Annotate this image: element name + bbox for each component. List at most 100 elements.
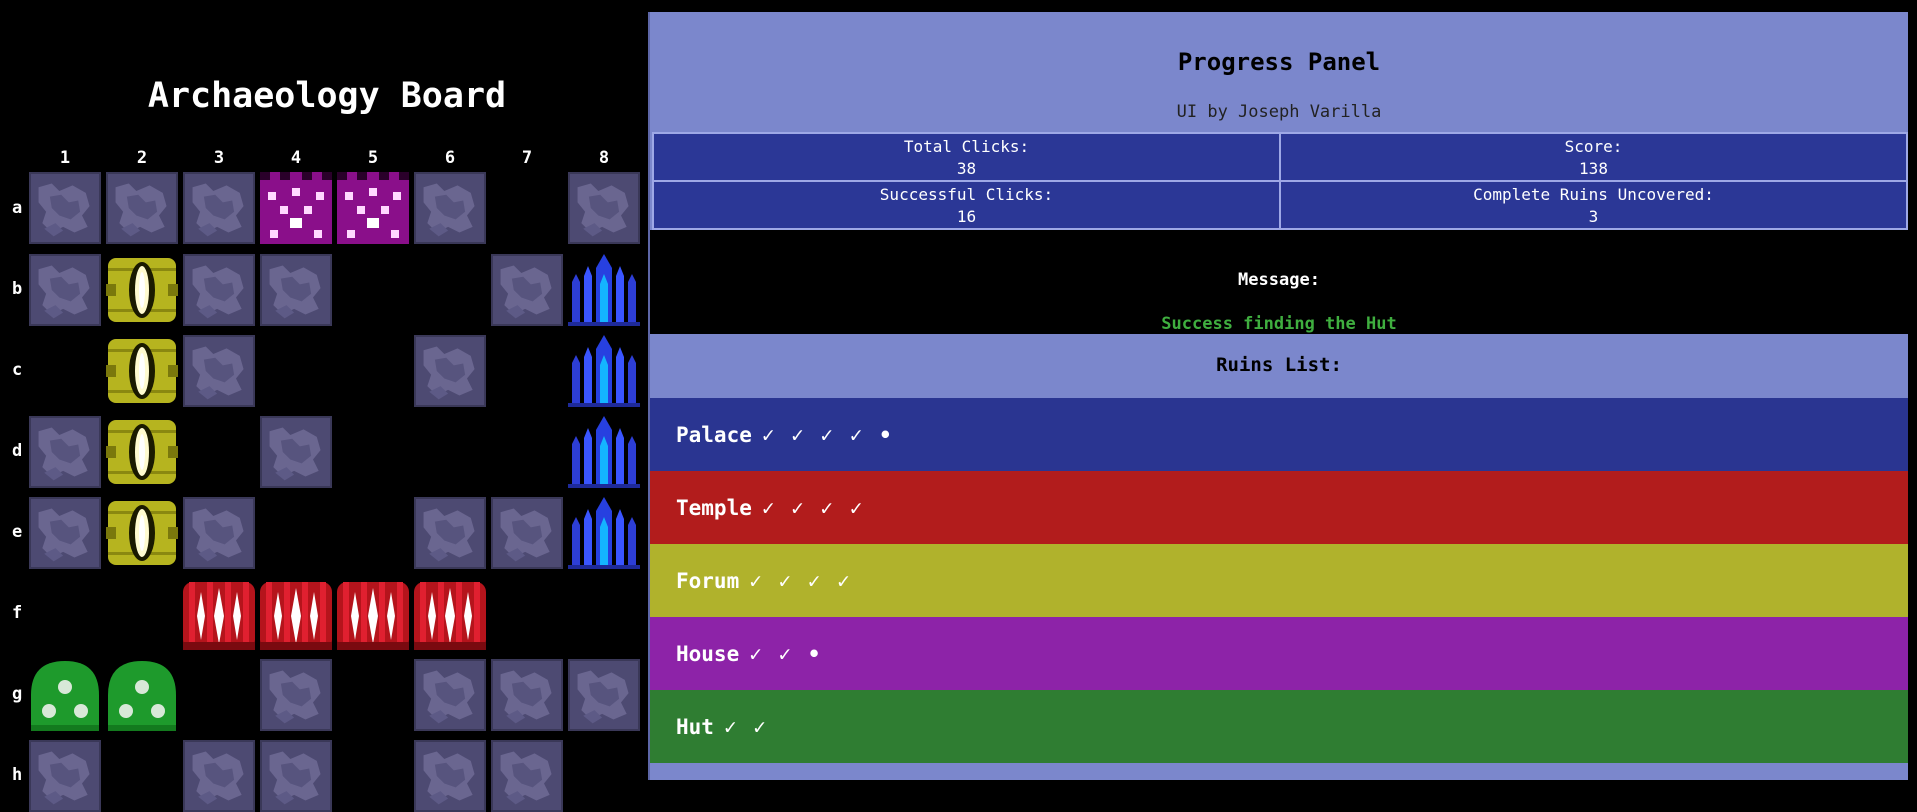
- column-label: 1: [59, 148, 71, 168]
- ruin-row-temple: Temple ✓ ✓ ✓ ✓: [650, 471, 1908, 544]
- board-cell-h2-empty[interactable]: [106, 740, 178, 812]
- board-cell-f4-temple[interactable]: [260, 578, 332, 650]
- score-label: Score:: [1564, 137, 1623, 156]
- board-cell-c6-covered[interactable]: [414, 335, 486, 407]
- board-cell-g5-empty[interactable]: [337, 659, 409, 731]
- board-cell-d3-empty[interactable]: [183, 416, 255, 488]
- ruin-progress-marks: ✓ ✓ ✓ ✓: [749, 568, 852, 593]
- board-cell-h6-covered[interactable]: [414, 740, 486, 812]
- board-cell-f8-empty[interactable]: [568, 578, 640, 650]
- board-cell-d6-empty[interactable]: [414, 416, 486, 488]
- board-cell-f6-temple[interactable]: [414, 578, 486, 650]
- board-cell-d5-empty[interactable]: [337, 416, 409, 488]
- board-cell-h5-empty[interactable]: [337, 740, 409, 812]
- panel-credit: UI by Joseph Varilla: [1176, 102, 1382, 122]
- board-cell-c8-palace[interactable]: [568, 335, 640, 407]
- ruin-progress-marks: ✓ ✓ ✓ ✓ •: [761, 422, 894, 447]
- board-cell-d2-forum[interactable]: [106, 416, 178, 488]
- board-cell-b6-empty[interactable]: [414, 254, 486, 326]
- ruin-name: Temple: [676, 495, 752, 520]
- column-label: 6: [444, 148, 456, 168]
- board-cell-a6-covered[interactable]: [414, 172, 486, 244]
- board-cell-h7-covered[interactable]: [491, 740, 563, 812]
- board-cell-e7-covered[interactable]: [491, 497, 563, 569]
- board-cell-f5-temple[interactable]: [337, 578, 409, 650]
- board-cell-g4-covered[interactable]: [260, 659, 332, 731]
- board-cell-b1-covered[interactable]: [29, 254, 101, 326]
- stats-table: Total Clicks: 38 Score: 138 Successful C…: [652, 132, 1908, 230]
- board-cell-e3-covered[interactable]: [183, 497, 255, 569]
- board-cell-d8-palace[interactable]: [568, 416, 640, 488]
- row-label: b: [12, 279, 23, 299]
- row-label: h: [12, 765, 23, 785]
- board-cell-g6-covered[interactable]: [414, 659, 486, 731]
- complete-ruins-cell: Complete Ruins Uncovered: 3: [1280, 181, 1907, 229]
- message-text: Success finding the Hut: [1161, 314, 1397, 334]
- board-cell-a2-covered[interactable]: [106, 172, 178, 244]
- board-cell-f2-empty[interactable]: [106, 578, 178, 650]
- board-cell-e8-palace[interactable]: [568, 497, 640, 569]
- board-cell-a5-house[interactable]: [337, 172, 409, 244]
- board-cell-a8-covered[interactable]: [568, 172, 640, 244]
- board-cell-c2-forum[interactable]: [106, 335, 178, 407]
- ruin-name: Hut: [676, 714, 714, 739]
- board-cell-b8-palace[interactable]: [568, 254, 640, 326]
- board-cell-a4-house[interactable]: [260, 172, 332, 244]
- board-cell-d4-covered[interactable]: [260, 416, 332, 488]
- board-cell-f3-temple[interactable]: [183, 578, 255, 650]
- board-cell-e5-empty[interactable]: [337, 497, 409, 569]
- board-cell-h4-covered[interactable]: [260, 740, 332, 812]
- board-cell-b5-empty[interactable]: [337, 254, 409, 326]
- progress-panel: Progress Panel UI by Joseph Varilla Tota…: [648, 12, 1908, 780]
- board-cell-h1-covered[interactable]: [29, 740, 101, 812]
- row-label: c: [12, 360, 23, 380]
- ruin-name: Palace: [676, 422, 752, 447]
- board-cell-e4-empty[interactable]: [260, 497, 332, 569]
- board-cell-e2-forum[interactable]: [106, 497, 178, 569]
- total-clicks-cell: Total Clicks: 38: [653, 133, 1280, 181]
- column-label: 4: [290, 148, 302, 168]
- ruin-name: Forum: [676, 568, 740, 593]
- board-cell-g1-hut[interactable]: [29, 659, 101, 731]
- board-cell-c3-covered[interactable]: [183, 335, 255, 407]
- board-cell-a3-covered[interactable]: [183, 172, 255, 244]
- complete-ruins-value: 3: [1588, 207, 1599, 226]
- board-cell-d7-empty[interactable]: [491, 416, 563, 488]
- board-cell-c5-empty[interactable]: [337, 335, 409, 407]
- board-cell-b2-forum[interactable]: [106, 254, 178, 326]
- board-cell-g2-hut[interactable]: [106, 659, 178, 731]
- total-clicks-value: 38: [956, 159, 977, 178]
- row-label: d: [12, 441, 23, 461]
- ruin-row-palace: Palace ✓ ✓ ✓ ✓ •: [650, 398, 1908, 471]
- board-cell-b7-covered[interactable]: [491, 254, 563, 326]
- row-label: e: [12, 522, 23, 542]
- board-cell-g7-covered[interactable]: [491, 659, 563, 731]
- row-label: g: [12, 684, 23, 704]
- board-cell-g8-covered[interactable]: [568, 659, 640, 731]
- board-cell-c4-empty[interactable]: [260, 335, 332, 407]
- column-label: 2: [136, 148, 148, 168]
- board-cell-h8-empty[interactable]: [568, 740, 640, 812]
- board-cell-a1-covered[interactable]: [29, 172, 101, 244]
- board-cell-a7-empty[interactable]: [491, 172, 563, 244]
- board-cell-f7-empty[interactable]: [491, 578, 563, 650]
- ruin-row-hut: Hut ✓ ✓: [650, 690, 1908, 763]
- successful-clicks-cell: Successful Clicks: 16: [653, 181, 1280, 229]
- board-cell-e6-covered[interactable]: [414, 497, 486, 569]
- row-label: f: [12, 603, 23, 623]
- column-label: 5: [367, 148, 379, 168]
- board-cell-h3-covered[interactable]: [183, 740, 255, 812]
- board-cell-f1-empty[interactable]: [29, 578, 101, 650]
- ruin-progress-marks: ✓ ✓ ✓ ✓: [761, 495, 865, 520]
- row-label: a: [12, 198, 23, 218]
- column-label: 7: [521, 148, 533, 168]
- board-cell-b4-covered[interactable]: [260, 254, 332, 326]
- total-clicks-label: Total Clicks:: [903, 137, 1030, 156]
- board-cell-b3-covered[interactable]: [183, 254, 255, 326]
- ruin-row-house: House ✓ ✓ •: [650, 617, 1908, 690]
- board-cell-e1-covered[interactable]: [29, 497, 101, 569]
- board-cell-d1-covered[interactable]: [29, 416, 101, 488]
- board-cell-c7-empty[interactable]: [491, 335, 563, 407]
- board-cell-g3-empty[interactable]: [183, 659, 255, 731]
- board-cell-c1-empty[interactable]: [29, 335, 101, 407]
